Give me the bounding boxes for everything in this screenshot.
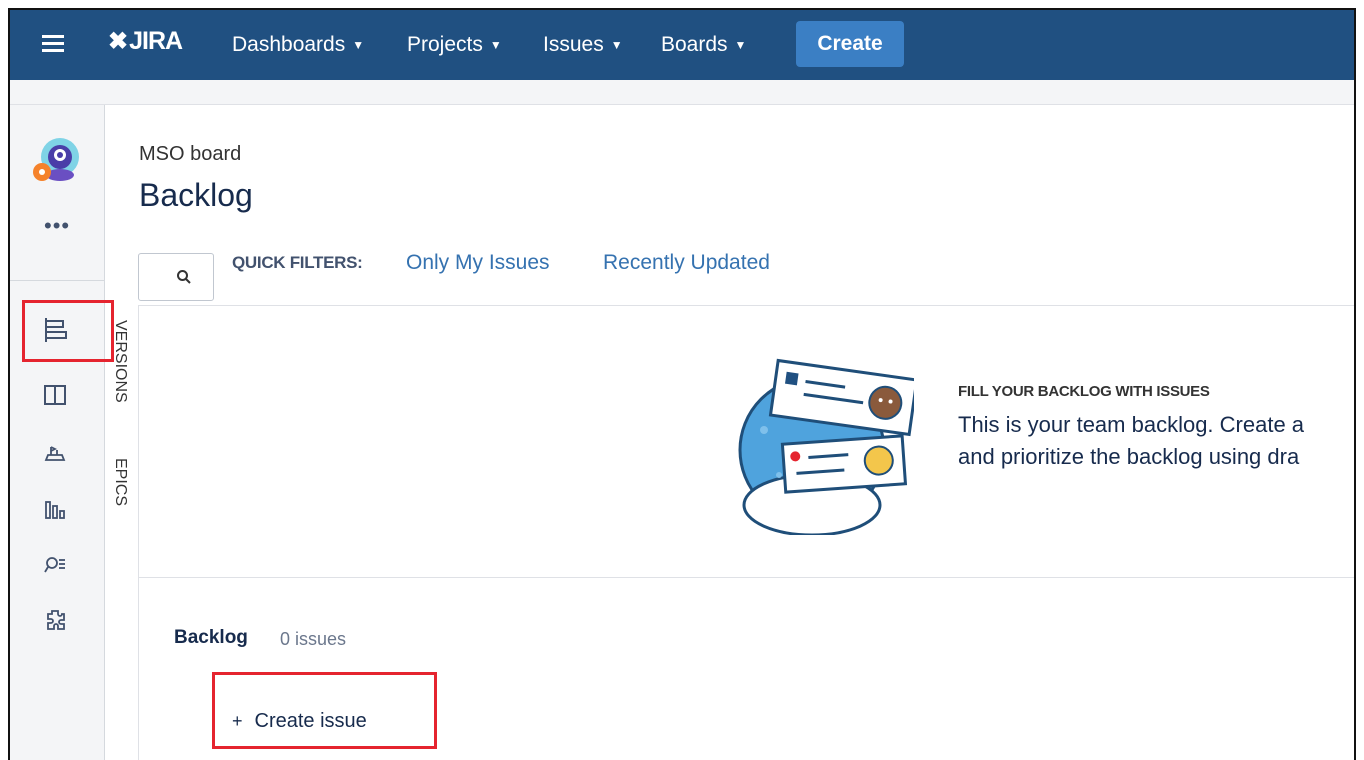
- header-strip: [10, 80, 1354, 105]
- releases-icon[interactable]: [40, 438, 70, 468]
- project-sidebar: •••: [10, 105, 105, 760]
- top-navigation-bar: ✖ JIRA Dashboards ▼ Projects ▼ Issues ▼ Boa…: [10, 10, 1354, 80]
- backlog-section-title: Backlog: [174, 627, 248, 648]
- quick-filter-recently-updated[interactable]: Recently Updated: [603, 251, 770, 275]
- hamburger-menu-icon[interactable]: [42, 35, 64, 53]
- quick-filter-only-my-issues[interactable]: Only My Issues: [406, 251, 550, 275]
- nav-boards[interactable]: Boards ▼: [661, 33, 746, 57]
- nav-label: Dashboards: [232, 33, 346, 56]
- search-input[interactable]: [138, 253, 214, 301]
- caret-down-icon: ▼: [610, 38, 623, 52]
- more-options-icon[interactable]: •••: [44, 213, 70, 239]
- nav-label: Boards: [661, 33, 728, 56]
- nav-label: Issues: [543, 33, 604, 56]
- nav-label: Projects: [407, 33, 483, 56]
- backlog-issue-count: 0 issues: [280, 629, 347, 649]
- jira-logo-icon: ✖: [108, 28, 128, 55]
- empty-state-line-1: This is your team backlog. Create a: [958, 412, 1305, 437]
- nav-dashboards[interactable]: Dashboards ▼: [232, 33, 364, 57]
- caret-down-icon: ▼: [734, 38, 747, 52]
- jira-logo[interactable]: ✖ JIRA: [108, 27, 183, 56]
- reports-icon[interactable]: [40, 495, 70, 525]
- main-content: MSO board Backlog QUICK FILTERS: Only My…: [104, 105, 1354, 760]
- filters-divider: [138, 305, 1354, 306]
- add-ons-icon[interactable]: [40, 605, 70, 635]
- issues-search-icon[interactable]: [40, 550, 70, 580]
- quick-filters-label: QUICK FILTERS:: [232, 253, 363, 272]
- create-button[interactable]: Create: [796, 21, 904, 67]
- project-avatar[interactable]: [32, 135, 82, 185]
- nav-projects[interactable]: Projects ▼: [407, 33, 502, 57]
- caret-down-icon: ▼: [352, 38, 365, 52]
- sidebar-divider: [10, 280, 104, 281]
- create-issue-highlight: [212, 672, 437, 749]
- jira-logo-text: JIRA: [129, 27, 183, 55]
- backlog-icon-highlight: [22, 300, 114, 362]
- empty-state-line-2: and prioritize the backlog using dra: [958, 444, 1300, 469]
- empty-state-title: FILL YOUR BACKLOG WITH ISSUES: [958, 383, 1210, 400]
- caret-down-icon: ▼: [489, 38, 502, 52]
- page-title: Backlog: [139, 177, 253, 213]
- search-icon: [177, 270, 191, 284]
- empty-backlog-illustration: [734, 355, 919, 537]
- empty-state-text: This is your team backlog. Create a and …: [958, 409, 1304, 473]
- backlog-divider: [138, 577, 1354, 578]
- vertical-tabs-divider: [138, 305, 139, 760]
- board-icon[interactable]: [40, 380, 70, 410]
- board-name[interactable]: MSO board: [139, 143, 241, 166]
- nav-issues[interactable]: Issues ▼: [543, 33, 623, 57]
- app-frame: ✖ JIRA Dashboards ▼ Projects ▼ Issues ▼ Boa…: [8, 8, 1356, 760]
